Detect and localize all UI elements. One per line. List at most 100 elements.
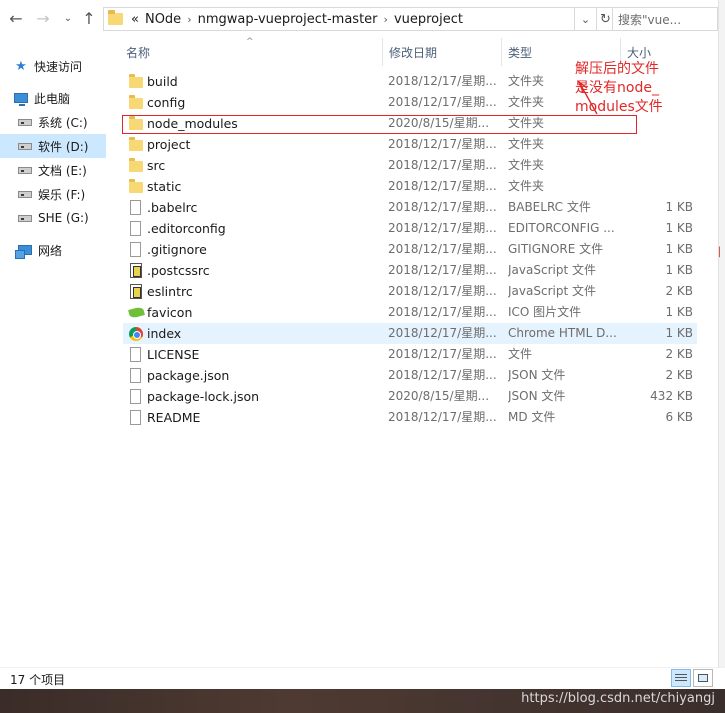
file-type: 文件夹 (508, 158, 545, 172)
chrome-icon (129, 327, 143, 341)
file-date: 2018/12/17/星期... (388, 410, 497, 424)
file-size: 1 KB (665, 326, 693, 340)
file-type: JSON 文件 (508, 389, 566, 403)
annotation-highlight-box (122, 115, 637, 134)
drive-icon (18, 142, 32, 150)
file-type: JSON 文件 (508, 368, 566, 382)
large-icons-view-icon (698, 674, 708, 682)
file-row[interactable]: .editorconfig 2018/12/17/星期... EDITORCONFI… (123, 218, 697, 239)
file-date: 2020/8/15/星期... (388, 389, 490, 403)
document-icon (130, 221, 141, 236)
file-size: 1 KB (665, 263, 693, 277)
watermark-text: https://blog.csdn.net/chiyangj (521, 691, 715, 706)
up-arrow-icon[interactable]: ↑ (79, 9, 99, 29)
file-date: 2018/12/17/星期... (388, 179, 497, 193)
drive-icon (18, 118, 32, 126)
file-name: .babelrc (147, 200, 198, 215)
back-arrow-icon[interactable]: ← (6, 9, 26, 29)
sidebar-item-drive-e[interactable]: 文档 (E:) (0, 158, 106, 182)
file-type: 文件夹 (508, 137, 545, 151)
details-view-icon (675, 674, 687, 675)
file-row[interactable]: src 2018/12/17/星期... 文件夹 (123, 155, 697, 176)
file-size: 1 KB (665, 305, 693, 319)
address-bar[interactable]: « NOde › nmgwap-vueproject-master › vuep… (103, 7, 575, 31)
navigation-pane: ★ 快速访问 此电脑 系统 (C:) 软件 (D:) 文档 (E:) 娱乐 (F… (0, 38, 106, 658)
file-date: 2018/12/17/星期... (388, 137, 497, 151)
breadcrumb-item[interactable]: vueproject (394, 12, 463, 27)
sidebar-item-drive-f[interactable]: 娱乐 (F:) (0, 182, 106, 206)
file-type: 文件夹 (508, 179, 545, 193)
forward-arrow-icon[interactable]: → (33, 9, 53, 29)
file-row[interactable]: eslintrc 2018/12/17/星期... JavaScript 文件 2 K… (123, 281, 697, 302)
sidebar-item-label: 此电脑 (34, 91, 71, 106)
address-dropdown-icon[interactable]: ⌄ (575, 7, 597, 31)
file-date: 2018/12/17/星期... (388, 263, 497, 277)
folder-icon (108, 10, 123, 25)
file-name: favicon (147, 305, 193, 320)
file-row[interactable]: package-lock.json 2020/8/15/星期... JSON 文件 4… (123, 386, 697, 407)
sidebar-item-drive-d[interactable]: 软件 (D:) (0, 134, 106, 158)
address-toolbar: ← → ⌄ ↑ « NOde › nmgwap-vueproject-maste… (0, 0, 725, 38)
document-icon (130, 200, 141, 215)
search-input[interactable]: 搜索"vue... (612, 7, 718, 31)
file-name: index (147, 326, 182, 341)
column-date[interactable]: 修改日期 (383, 38, 501, 66)
sidebar-item-label: 网络 (38, 243, 63, 258)
file-row[interactable]: index 2018/12/17/星期... Chrome HTML D... 1 K… (123, 323, 697, 344)
file-name: src (147, 158, 166, 173)
file-name: .editorconfig (147, 221, 226, 236)
file-row[interactable]: README 2018/12/17/星期... MD 文件 6 KB (123, 407, 697, 428)
sidebar-item-network[interactable]: 网络 (0, 238, 106, 262)
file-row[interactable]: package.json 2018/12/17/星期... JSON 文件 2 KB (123, 365, 697, 386)
sidebar-item-label: 系统 (C:) (38, 115, 88, 130)
column-name[interactable]: 名称 (120, 38, 382, 66)
file-date: 2018/12/17/星期... (388, 284, 497, 298)
edge-fragment-icon: ▏ (719, 248, 725, 258)
details-view-button[interactable] (671, 669, 691, 687)
star-icon: ★ (15, 58, 27, 74)
file-name: config (147, 95, 186, 110)
file-row[interactable]: project 2018/12/17/星期... 文件夹 (123, 134, 697, 155)
sidebar-item-label: SHE (G:) (38, 211, 89, 225)
file-name: .postcssrc (147, 263, 210, 278)
scrollbar-track[interactable] (718, 0, 725, 667)
folder-icon (129, 158, 143, 172)
file-date: 2018/12/17/星期... (388, 242, 497, 256)
file-name: package-lock.json (147, 389, 260, 404)
file-date: 2018/12/17/星期... (388, 347, 497, 361)
file-row[interactable]: .gitignore 2018/12/17/星期... GITIGNORE 文件 1 … (123, 239, 697, 260)
file-row[interactable]: favicon 2018/12/17/星期... ICO 图片文件 1 KB (123, 302, 697, 323)
breadcrumb-separator-icon[interactable]: › (187, 13, 191, 26)
file-row[interactable]: static 2018/12/17/星期... 文件夹 (123, 176, 697, 197)
file-size: 2 KB (665, 347, 693, 361)
breadcrumb-separator-icon[interactable]: › (384, 13, 388, 26)
file-name: build (147, 74, 178, 89)
breadcrumb-overflow[interactable]: « (131, 12, 139, 27)
document-icon (130, 389, 141, 404)
document-icon (130, 410, 141, 425)
sidebar-item-drive-g[interactable]: SHE (G:) (0, 206, 106, 230)
sidebar-item-quick-access[interactable]: ★ 快速访问 (0, 54, 106, 78)
file-type: ICO 图片文件 (508, 305, 582, 319)
sidebar-item-this-pc[interactable]: 此电脑 (0, 86, 106, 110)
file-row[interactable]: .babelrc 2018/12/17/星期... BABELRC 文件 1 KB (123, 197, 697, 218)
breadcrumb-item[interactable]: nmgwap-vueproject-master (198, 12, 378, 27)
drive-icon (18, 166, 32, 174)
folder-icon (129, 137, 143, 151)
file-date: 2018/12/17/星期... (388, 221, 497, 235)
annotation-line: 是没有node_ (575, 80, 659, 96)
chevron-down-icon[interactable]: ⌄ (58, 9, 78, 29)
large-icons-view-button[interactable] (693, 669, 713, 687)
file-date: 2018/12/17/星期... (388, 368, 497, 382)
file-row[interactable]: LICENSE 2018/12/17/星期... 文件 2 KB (123, 344, 697, 365)
file-row[interactable]: .postcssrc 2018/12/17/星期... JavaScript 文件 1… (123, 260, 697, 281)
sidebar-item-label: 快速访问 (34, 59, 83, 74)
file-size (623, 134, 693, 155)
breadcrumb-item[interactable]: NOde (145, 12, 181, 27)
file-type: BABELRC 文件 (508, 200, 591, 214)
annotation-line: 解压后的文件 (575, 61, 659, 77)
file-type: MD 文件 (508, 410, 556, 424)
document-icon (130, 347, 141, 362)
sidebar-item-drive-c[interactable]: 系统 (C:) (0, 110, 106, 134)
folder-icon (129, 74, 143, 88)
